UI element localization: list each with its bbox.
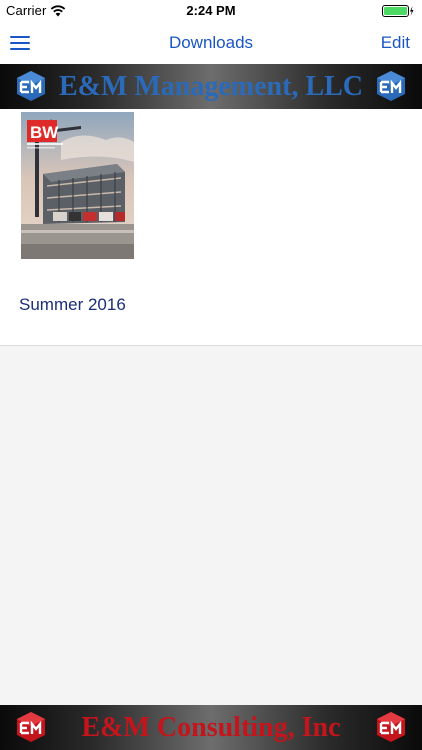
- downloads-list: BW Summer 2016: [0, 109, 422, 346]
- em-logo-red-icon: [17, 712, 45, 742]
- magazine-cover-image[interactable]: BW: [21, 112, 134, 259]
- em-logo-red-icon: [377, 712, 405, 742]
- navigation-bar: Downloads Edit: [0, 22, 422, 64]
- top-banner: E&M Management, LLC: [0, 64, 422, 109]
- issue-title[interactable]: Summer 2016: [19, 295, 126, 315]
- banner-company-name: E&M Management, LLC: [58, 71, 364, 102]
- svg-text:BW: BW: [30, 123, 59, 142]
- page-title: Downloads: [168, 33, 254, 52]
- banner-company-name: E&M Consulting, Inc: [81, 712, 341, 743]
- em-logo-blue-icon: [377, 71, 405, 101]
- edit-button[interactable]: Edit: [381, 33, 410, 53]
- bottom-banner: E&M Consulting, Inc: [0, 705, 422, 750]
- em-logo-blue-icon: [17, 71, 45, 101]
- clock-label: 2:24 PM: [186, 3, 236, 18]
- status-bar: Carrier 2:24 PM: [0, 0, 422, 22]
- magazine-item[interactable]: BW Summer 2016: [0, 109, 200, 345]
- battery-icon: [382, 5, 414, 17]
